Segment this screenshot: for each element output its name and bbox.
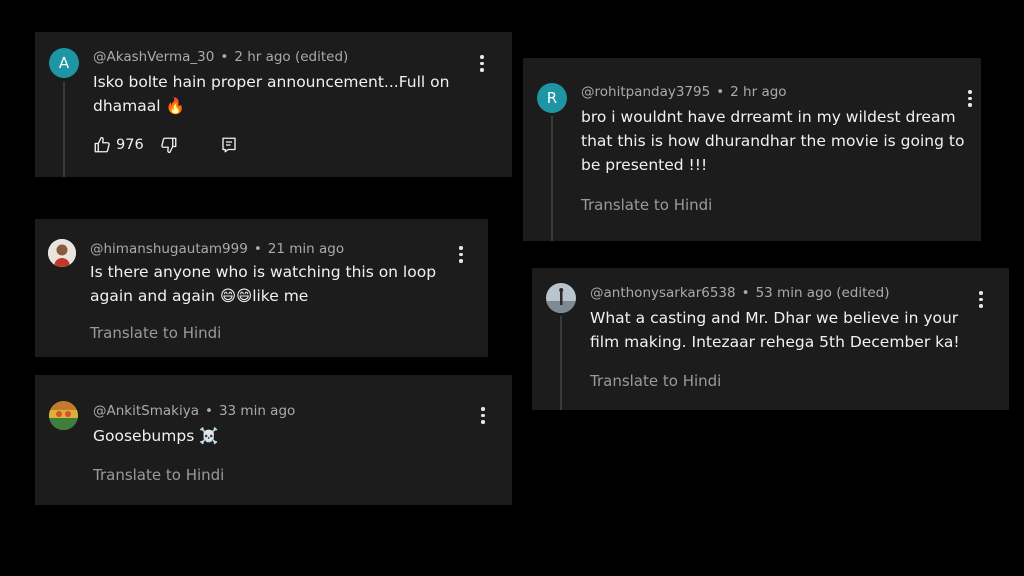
thread-line: [560, 316, 562, 410]
comment-text: Isko bolte hain proper announcement...Fu…: [93, 70, 473, 118]
thread-line: [551, 116, 553, 241]
thumbs-up-icon: [94, 136, 110, 153]
comment-text-line: Goosebumps ☠️: [93, 427, 219, 445]
avatar-letter: R: [546, 89, 558, 107]
more-vert-icon[interactable]: [978, 291, 984, 308]
translate-link[interactable]: Translate to Hindi: [590, 372, 721, 390]
profile-photo-icon: [49, 401, 78, 430]
comment-text-line: dhamaal 🔥: [93, 97, 185, 115]
thread-line: [63, 82, 65, 177]
more-vert-icon[interactable]: [458, 246, 464, 263]
comment-meta: @himanshugautam999 • 21 min ago: [90, 241, 344, 257]
like-button[interactable]: 976: [93, 136, 144, 154]
comment-text: Is there anyone who is watching this on …: [90, 260, 470, 308]
comment-card: A @AkashVerma_30 • 2 hr ago (edited) Isko …: [35, 32, 512, 177]
comment-author[interactable]: @rohitpanday3795: [581, 84, 710, 100]
avatar[interactable]: [546, 283, 576, 313]
more-vert-icon[interactable]: [480, 407, 486, 424]
comment-text: bro i wouldnt have drreamt in my wildest…: [581, 105, 971, 177]
comment-time[interactable]: 21 min ago: [268, 241, 344, 257]
comment-text-line: again and again 😄😄like me: [90, 287, 309, 305]
comment-time[interactable]: 2 hr ago (edited): [234, 49, 348, 65]
comment-actions: 976: [93, 136, 238, 154]
like-count: 976: [116, 137, 144, 153]
comment-text-line: Isko bolte hain proper announcement...Fu…: [93, 73, 450, 91]
comment-card: @AnkitSmakiya • 33 min ago Goosebumps ☠️ T…: [35, 375, 512, 505]
translate-link[interactable]: Translate to Hindi: [581, 196, 712, 214]
meta-separator: •: [716, 84, 725, 100]
comment-meta: @rohitpanday3795 • 2 hr ago: [581, 84, 787, 100]
comment-text-line: Is there anyone who is watching this on …: [90, 263, 437, 281]
meta-separator: •: [204, 403, 213, 419]
comment-time[interactable]: 53 min ago (edited): [756, 285, 890, 301]
avatar[interactable]: [48, 239, 76, 267]
comment-author[interactable]: @anthonysarkar6538: [590, 285, 736, 301]
comment-text-line: that this is how dhurandhar the movie is…: [581, 132, 965, 150]
comment-time[interactable]: 33 min ago: [219, 403, 295, 419]
comment-card: @himanshugautam999 • 21 min ago Is there a…: [35, 219, 488, 357]
comment-text-line: bro i wouldnt have drreamt in my wildest…: [581, 108, 956, 126]
avatar-letter: A: [58, 54, 70, 72]
translate-link[interactable]: Translate to Hindi: [90, 324, 221, 342]
comment-meta: @AkashVerma_30 • 2 hr ago (edited): [93, 49, 348, 65]
comment-author[interactable]: @AkashVerma_30: [93, 49, 214, 65]
comment-text-line: film making. Intezaar rehega 5th Decembe…: [590, 333, 960, 351]
comment-time[interactable]: 2 hr ago: [730, 84, 786, 100]
profile-photo-icon: [48, 239, 76, 267]
comment-author[interactable]: @himanshugautam999: [90, 241, 248, 257]
comment-text-line: What a casting and Mr. Dhar we believe i…: [590, 309, 959, 327]
avatar[interactable]: A: [49, 48, 79, 78]
meta-separator: •: [220, 49, 229, 65]
meta-separator: •: [253, 241, 262, 257]
reply-icon: [222, 137, 236, 153]
comment-author[interactable]: @AnkitSmakiya: [93, 403, 199, 419]
comment-text-line: be presented !!!: [581, 156, 708, 174]
comment-meta: @anthonysarkar6538 • 53 min ago (edited): [590, 285, 890, 301]
comment-card: R @rohitpanday3795 • 2 hr ago bro i wouldn…: [523, 58, 981, 241]
translate-link[interactable]: Translate to Hindi: [93, 466, 224, 484]
dislike-button[interactable]: [160, 136, 178, 154]
comment-text: What a casting and Mr. Dhar we believe i…: [590, 306, 990, 354]
comment-meta: @AnkitSmakiya • 33 min ago: [93, 403, 295, 419]
avatar[interactable]: R: [537, 83, 567, 113]
thumbs-down-icon: [160, 137, 177, 154]
avatar[interactable]: [49, 401, 78, 430]
more-vert-icon[interactable]: [967, 90, 973, 107]
meta-separator: •: [741, 285, 750, 301]
profile-photo-icon: [546, 283, 576, 313]
reply-button[interactable]: [220, 136, 238, 154]
comment-card: @anthonysarkar6538 • 53 min ago (edited) W…: [532, 268, 1009, 410]
comment-text: Goosebumps ☠️: [93, 424, 473, 448]
more-vert-icon[interactable]: [479, 55, 485, 72]
